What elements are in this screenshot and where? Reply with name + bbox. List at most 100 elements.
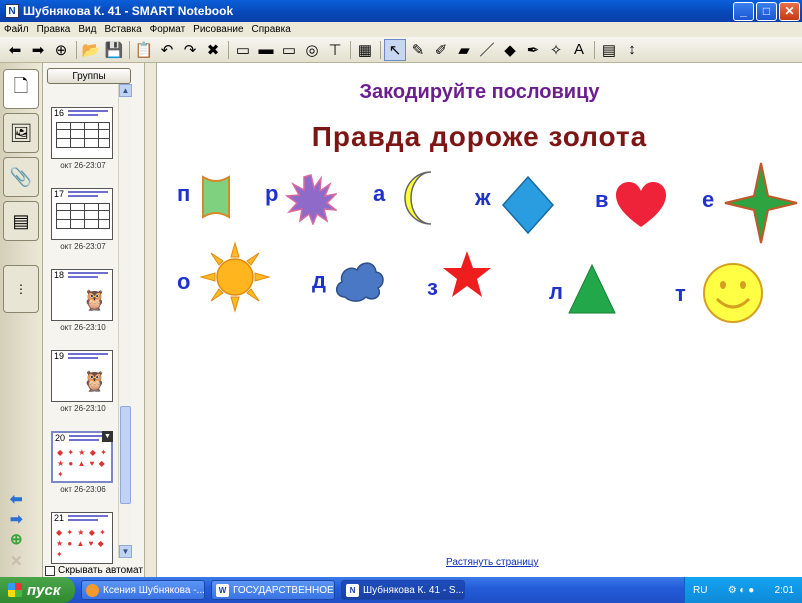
maximize-button[interactable]: □ <box>756 1 777 21</box>
page-thumbnail[interactable]: 16 <box>51 107 113 159</box>
delete-page-icon[interactable]: ✕ <box>10 552 23 570</box>
letter-zh[interactable]: ж <box>475 185 491 211</box>
letter-p[interactable]: п <box>177 181 190 207</box>
menu-file[interactable]: Файл <box>4 24 29 35</box>
menu-draw[interactable]: Рисование <box>193 24 243 35</box>
move-toolbar-icon[interactable]: ↕ <box>621 39 643 61</box>
toggle-toolbar-icon[interactable]: ⊤ <box>324 39 346 61</box>
back-arrow-icon[interactable]: ⬅ <box>4 39 26 61</box>
menu-insert[interactable]: Вставка <box>104 24 141 35</box>
owl-icon: 🦉 <box>82 371 107 393</box>
auto-hide-checkbox[interactable]: Скрывать автомат <box>45 565 143 576</box>
add-page-icon[interactable]: ⊕ <box>10 530 23 548</box>
extend-page-link[interactable]: Растянуть страницу <box>446 557 539 568</box>
eraser-icon[interactable]: ▰ <box>453 39 475 61</box>
shapes-icon[interactable]: ◆ <box>499 39 521 61</box>
cloud-shape[interactable] <box>333 257 385 303</box>
pen-icon[interactable]: ✎ <box>407 39 429 61</box>
creative-pen-icon[interactable]: ✐ <box>430 39 452 61</box>
table-icon[interactable]: ▦ <box>354 39 376 61</box>
letter-t[interactable]: т <box>675 281 686 307</box>
attachments-tab-icon[interactable]: 📎 <box>3 157 39 197</box>
menu-format[interactable]: Формат <box>150 24 186 35</box>
letter-l[interactable]: л <box>549 279 563 305</box>
next-page-icon[interactable]: ➡ <box>10 510 23 528</box>
add-page-icon[interactable]: ⊕ <box>50 39 72 61</box>
menu-help[interactable]: Справка <box>252 24 291 35</box>
letter-r[interactable]: р <box>265 181 278 207</box>
task-firefox[interactable]: Ксения Шубнякова -... <box>81 580 205 600</box>
menu-bar: Файл Правка Вид Вставка Формат Рисование… <box>0 22 802 37</box>
line-icon[interactable]: ／ <box>476 39 498 61</box>
sorter-scrollbar[interactable]: ▲ ▼ <box>118 84 132 558</box>
taskbar: пуск Ксения Шубнякова -... W ГОСУДАРСТВЕ… <box>0 577 802 603</box>
sun-shape[interactable] <box>199 241 271 313</box>
checkbox-box[interactable] <box>45 565 55 576</box>
letter-d[interactable]: д <box>312 268 326 294</box>
scroll-thumb[interactable] <box>120 406 131 504</box>
redo-icon[interactable]: ↷ <box>179 39 201 61</box>
banner-shape[interactable] <box>199 173 233 223</box>
page-thumbnail[interactable]: 18 🦉 <box>51 269 113 321</box>
page-thumbnail[interactable]: 19 🦉 <box>51 350 113 402</box>
text-icon[interactable]: A <box>568 39 590 61</box>
page-number: 18 <box>54 270 65 280</box>
groups-button[interactable]: Группы <box>47 68 131 84</box>
tray-icons[interactable]: ⚙ ◐ ● <box>728 585 755 596</box>
panel-divider[interactable] <box>144 63 157 577</box>
dual-page-icon[interactable]: ▭ <box>278 39 300 61</box>
language-indicator[interactable]: RU <box>693 585 707 596</box>
letter-z[interactable]: з <box>427 275 438 301</box>
undo-icon[interactable]: ↶ <box>156 39 178 61</box>
page-thumbnail[interactable]: 21 ◆ ✦ ★ ◆ ✦ ★ ● ▲ ♥ ◆ ✦ <box>51 512 113 564</box>
menu-edit[interactable]: Правка <box>37 24 71 35</box>
screen-shade-icon[interactable]: ▭ <box>232 39 254 61</box>
menu-view[interactable]: Вид <box>78 24 96 35</box>
smiley-shape[interactable] <box>701 261 765 325</box>
starburst-shape[interactable] <box>285 173 337 225</box>
task-word[interactable]: W ГОСУДАРСТВЕННОЕ... <box>211 580 335 600</box>
thumb-line <box>68 353 108 355</box>
clock: 2:01 <box>774 584 794 596</box>
star-shape[interactable] <box>441 249 493 301</box>
diamond-shape[interactable] <box>501 175 555 235</box>
page-canvas[interactable]: Закодируйте пословицу Правда дороже золо… <box>157 63 802 577</box>
delete-icon[interactable]: ✖ <box>202 39 224 61</box>
open-folder-icon[interactable]: 📂 <box>80 39 102 61</box>
four-point-star-shape[interactable] <box>723 161 799 245</box>
letter-e[interactable]: е <box>702 187 714 213</box>
prev-page-icon[interactable]: ⬅ <box>10 490 23 508</box>
forward-arrow-icon[interactable]: ➡ <box>27 39 49 61</box>
page-thumbnail[interactable]: 17 <box>51 188 113 240</box>
thumb-line <box>68 515 108 517</box>
toolbar-separator <box>228 40 229 59</box>
start-button[interactable]: пуск <box>0 577 75 603</box>
paste-icon[interactable]: 📋 <box>133 39 155 61</box>
save-icon[interactable]: 💾 <box>103 39 125 61</box>
floating-tools-icon[interactable]: ⋮ <box>3 265 39 313</box>
page-sorter-tab-icon[interactable]: 🗋 <box>3 69 39 109</box>
magic-pen-icon[interactable]: ✒ <box>522 39 544 61</box>
task-label: ГОСУДАРСТВЕННОЕ... <box>233 584 335 596</box>
scroll-up-button[interactable]: ▲ <box>119 84 132 97</box>
minimize-button[interactable]: _ <box>733 1 754 21</box>
letter-a[interactable]: а <box>373 181 385 207</box>
crescent-shape[interactable] <box>395 169 437 227</box>
gallery-tab-icon[interactable]: 🖼 <box>3 113 39 153</box>
triangle-shape[interactable] <box>567 263 617 315</box>
fill-icon[interactable]: ✧ <box>545 39 567 61</box>
letter-v[interactable]: в <box>595 187 609 213</box>
screen-capture-icon[interactable]: ◎ <box>301 39 323 61</box>
heart-shape[interactable] <box>615 181 667 229</box>
thumbnail-menu-icon[interactable]: ▼ <box>102 431 113 442</box>
scroll-down-button[interactable]: ▼ <box>119 545 132 558</box>
task-smart-notebook[interactable]: N Шубнякова К. 41 - S... <box>341 580 465 600</box>
properties-tab-icon[interactable]: ▤ <box>3 201 39 241</box>
full-screen-icon[interactable]: ▬ <box>255 39 277 61</box>
properties-icon[interactable]: ▤ <box>598 39 620 61</box>
title-bar: N Шубнякова К. 41 - SMART Notebook _ □ ✕ <box>0 0 802 22</box>
close-button[interactable]: ✕ <box>779 1 800 21</box>
letter-o[interactable]: о <box>177 269 190 295</box>
page-thumbnail[interactable]: 20 ◆ ✦ ★ ◆ ✦ ★ ● ▲ ♥ ◆ ✦ ▼ <box>51 431 113 483</box>
select-pointer-icon[interactable]: ↖ <box>384 38 406 61</box>
